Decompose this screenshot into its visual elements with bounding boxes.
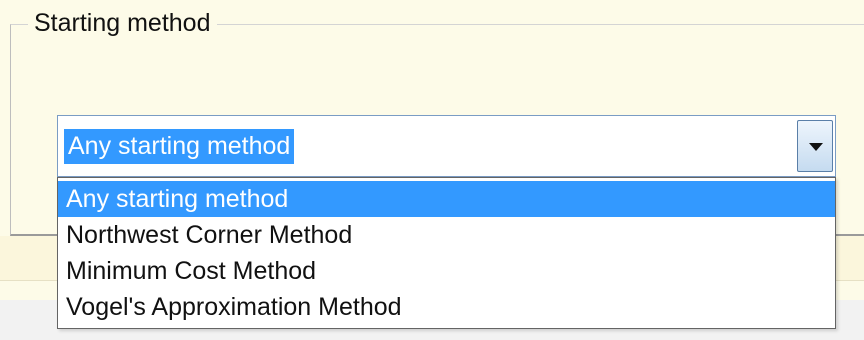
combobox-selected-value[interactable]: Any starting method [64, 129, 295, 164]
dropdown-option[interactable]: Northwest Corner Method [58, 217, 835, 253]
dropdown-option[interactable]: Vogel's Approximation Method [58, 289, 835, 325]
dropdown-option[interactable]: Any starting method [58, 181, 835, 217]
starting-method-dropdown-list[interactable]: Any starting method Northwest Corner Met… [57, 177, 836, 329]
dropdown-arrow-button[interactable] [797, 120, 833, 172]
dropdown-option[interactable]: Minimum Cost Method [58, 253, 835, 289]
starting-method-combobox[interactable]: Any starting method [57, 115, 836, 177]
groupbox-title: Starting method [28, 8, 217, 38]
chevron-down-icon [809, 143, 823, 151]
